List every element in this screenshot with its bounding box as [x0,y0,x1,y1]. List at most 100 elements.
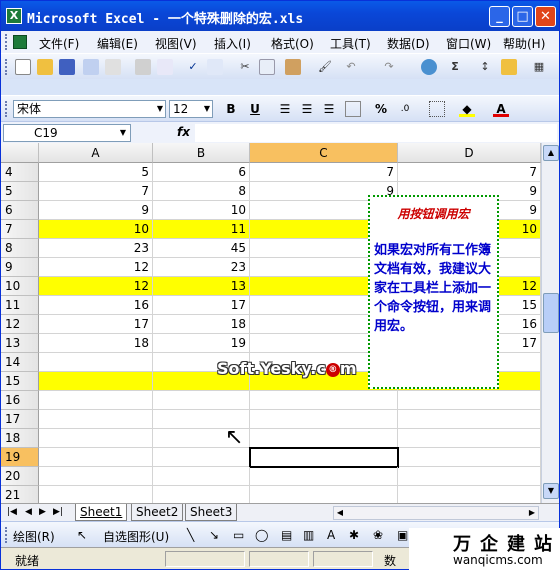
row-header[interactable]: 19 [1,448,39,467]
save-icon[interactable] [59,59,75,75]
name-box[interactable]: C19 ▼ [3,124,131,142]
vertical-scrollbar[interactable]: ▲ ▼ [541,143,559,503]
cell-a8[interactable]: 23 [39,239,153,258]
cell-b12[interactable]: 18 [153,315,250,334]
cell-d18[interactable] [398,429,541,448]
row-header[interactable]: 15 [1,372,39,391]
cell-a18[interactable] [39,429,153,448]
cell-b6[interactable]: 10 [153,201,250,220]
font-color-icon[interactable]: A [493,101,509,117]
fill-color-icon[interactable]: ◆ [459,101,475,117]
cell-d17[interactable] [398,410,541,429]
cell-d16[interactable] [398,391,541,410]
cell-d4[interactable]: 7 [398,163,541,182]
menu-file[interactable]: 文件(F) [39,35,79,52]
permission-icon[interactable] [83,59,99,75]
cell-b8[interactable]: 45 [153,239,250,258]
copy-icon[interactable] [259,59,275,75]
scroll-up-icon[interactable]: ▲ [543,145,559,161]
cell-b13[interactable]: 19 [153,334,250,353]
toolbar-grip[interactable] [5,59,8,75]
cell-a15[interactable] [39,372,153,391]
workbook-icon[interactable] [13,35,27,49]
row-header[interactable]: 13 [1,334,39,353]
borders-icon[interactable] [429,101,445,117]
row-header[interactable]: 4 [1,163,39,182]
cell-b5[interactable]: 8 [153,182,250,201]
chart-wizard-icon[interactable] [501,59,517,75]
mail-icon[interactable] [105,59,121,75]
column-header-a[interactable]: A [39,143,153,163]
spelling-icon[interactable]: ✓ [185,59,201,75]
row-header[interactable]: 9 [1,258,39,277]
cell-b21[interactable] [153,486,250,503]
cell-a9[interactable]: 12 [39,258,153,277]
cell-a7[interactable]: 10 [39,220,153,239]
cell-b7[interactable]: 11 [153,220,250,239]
cell-a21[interactable] [39,486,153,503]
column-header-b[interactable]: B [153,143,250,163]
tab-sheet1[interactable]: Sheet1 [75,504,128,521]
menu-tools[interactable]: 工具(T) [330,35,371,52]
formula-input[interactable] [195,124,557,142]
menu-edit[interactable]: 编辑(E) [97,35,138,52]
align-right-icon[interactable]: ☰ [321,101,337,117]
row-header[interactable]: 12 [1,315,39,334]
bold-button[interactable]: B [223,101,239,117]
tab-sheet2[interactable]: Sheet2 [131,504,184,521]
arrow-icon[interactable]: ↘ [209,528,219,542]
cell-d21[interactable] [398,486,541,503]
picture-icon[interactable]: ▣ [397,528,408,542]
cell-c18[interactable] [250,429,398,448]
cell-c21[interactable] [250,486,398,503]
font-select[interactable]: 宋体 ▼ [13,100,166,118]
cell-c4[interactable]: 7 [250,163,398,182]
row-header[interactable]: 5 [1,182,39,201]
cell-b11[interactable]: 17 [153,296,250,315]
title-bar[interactable]: X Microsoft Excel - 一个特殊删除的宏.xls _ □ ✕ [1,1,559,31]
paste-icon[interactable] [285,59,301,75]
cell-c17[interactable] [250,410,398,429]
menu-view[interactable]: 视图(V) [155,35,197,52]
percent-button[interactable]: % [373,101,389,117]
menu-window[interactable]: 窗口(W) [446,35,491,52]
toolbar-grip[interactable] [5,527,8,543]
cut-icon[interactable]: ✂ [237,59,253,75]
row-header[interactable]: 8 [1,239,39,258]
row-header[interactable]: 11 [1,296,39,315]
diagram-icon[interactable]: ✱ [349,528,359,542]
cell-b20[interactable] [153,467,250,486]
menu-insert[interactable]: 插入(I) [214,35,251,52]
oval-icon[interactable]: ◯ [255,528,268,542]
print-preview-icon[interactable] [157,59,173,75]
cell-b19[interactable] [153,448,250,467]
prev-sheet-icon[interactable]: ◀ [25,507,32,517]
row-header[interactable]: 20 [1,467,39,486]
next-sheet-icon[interactable]: ▶ [39,507,46,517]
cell-c20[interactable] [250,467,398,486]
merge-center-icon[interactable] [345,101,361,117]
scroll-left-icon[interactable]: ◀ [334,507,346,519]
align-left-icon[interactable]: ☰ [277,101,293,117]
increase-decimal-icon[interactable]: .0 [397,101,413,117]
column-header-c[interactable]: C [250,143,398,163]
vertical-textbox-icon[interactable]: ▥ [303,528,314,542]
excel-icon[interactable]: X [6,8,22,24]
cell-b4[interactable]: 6 [153,163,250,182]
drawing-icon[interactable]: ▦ [531,59,547,75]
scroll-down-icon[interactable]: ▼ [543,483,559,499]
cell-b9[interactable]: 23 [153,258,250,277]
cell-a10[interactable]: 12 [39,277,153,296]
sort-icon[interactable]: ↕ [477,59,493,75]
align-center-icon[interactable]: ☰ [299,101,315,117]
tab-sheet3[interactable]: Sheet3 [185,504,238,521]
underline-button[interactable]: U [247,101,263,117]
row-header[interactable]: 18 [1,429,39,448]
cell-a4[interactable]: 5 [39,163,153,182]
cell-b16[interactable] [153,391,250,410]
autosum-icon[interactable]: Σ [447,59,463,75]
clipart-icon[interactable]: ❀ [373,528,383,542]
first-sheet-icon[interactable]: |◀ [7,507,17,517]
row-header[interactable]: 14 [1,353,39,372]
rectangle-icon[interactable]: ▭ [233,528,244,542]
